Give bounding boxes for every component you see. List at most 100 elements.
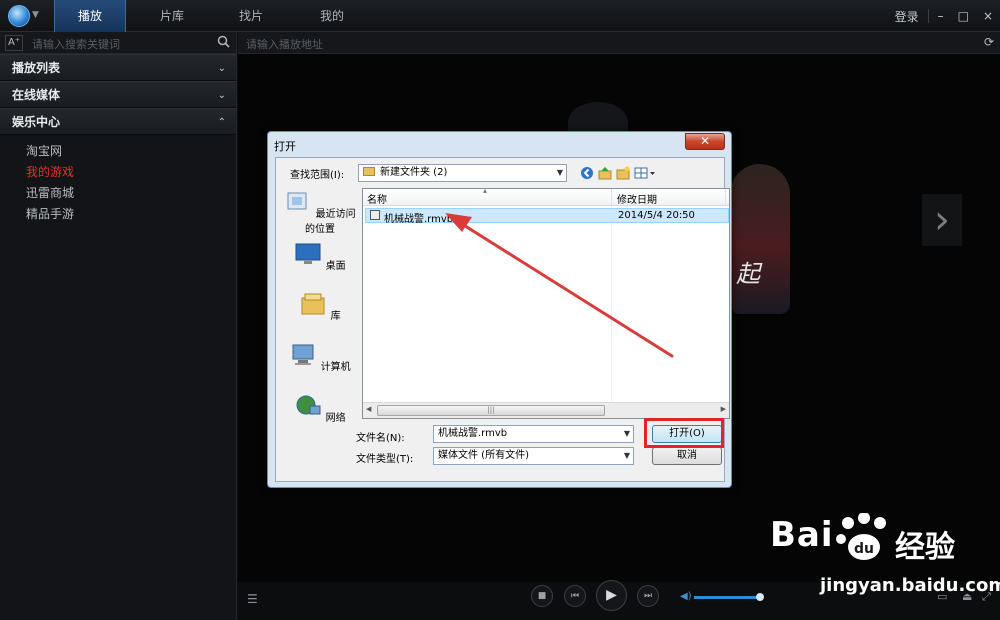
font-size-button[interactable]: A⁺: [5, 35, 23, 51]
section-label: 娱乐中心: [12, 115, 61, 129]
baidu-paw-icon: du: [836, 513, 886, 560]
filetype-value: 媒体文件 (所有文件): [438, 450, 529, 461]
refresh-icon[interactable]: ⟳: [984, 35, 994, 49]
section-online-media[interactable]: 在线媒体 ⌄: [0, 81, 236, 108]
next-button[interactable]: ⏭: [637, 585, 659, 607]
place-computer[interactable]: 计算机: [280, 343, 360, 373]
file-row[interactable]: 机械战警.rmvb 2014/5/4 20:50: [365, 208, 729, 225]
chevron-up-icon: ⌃: [217, 117, 226, 128]
previous-button[interactable]: ⏮: [564, 585, 586, 607]
up-folder-icon[interactable]: [598, 166, 612, 180]
player-window: ▼ 播放 片库 找片 我的 登录 – □ × A⁺ 请输入搜索关键词 播放列表 …: [0, 0, 1000, 620]
scroll-left-icon[interactable]: ◀: [366, 405, 371, 413]
login-link[interactable]: 登录: [895, 8, 919, 25]
chevron-down-icon: ▼: [623, 451, 630, 460]
filename-label: 文件名(N):: [356, 433, 405, 444]
computer-icon: [292, 344, 314, 365]
lookin-dropdown[interactable]: 新建文件夹 (2) ▼: [358, 164, 567, 182]
recent-places-icon: [287, 192, 307, 210]
chevron-down-icon: ⌄: [217, 90, 226, 101]
column-name[interactable]: 名称: [367, 191, 387, 206]
desktop-icon: [295, 243, 321, 264]
poster-text: 起: [736, 260, 760, 288]
next-poster-arrow-icon[interactable]: ›: [922, 194, 962, 246]
network-icon: [296, 395, 321, 415]
search-icon[interactable]: [217, 35, 230, 48]
horizontal-scrollbar[interactable]: ◀ ||| ▶: [363, 402, 729, 418]
tab-mine[interactable]: 我的: [296, 0, 368, 32]
column-divider[interactable]: [725, 189, 726, 206]
volume-slider[interactable]: [694, 596, 760, 599]
section-label: 播放列表: [12, 61, 61, 75]
sidebar-item-taobao[interactable]: 淘宝网: [0, 141, 236, 162]
tab-play[interactable]: 播放: [54, 0, 126, 32]
column-modified[interactable]: 修改日期: [617, 191, 657, 206]
watermark-suffix: 经验: [895, 530, 955, 565]
library-icon: [301, 293, 325, 315]
lookin-value: 新建文件夹 (2): [380, 167, 448, 178]
filetype-label: 文件类型(T):: [356, 454, 414, 465]
sidebar: A⁺ 请输入搜索关键词 播放列表 ⌄ 在线媒体 ⌄ 娱乐中心 ⌃ 淘宝网 我的游…: [0, 32, 237, 620]
minimize-button[interactable]: –: [938, 9, 944, 23]
svg-text:du: du: [854, 541, 874, 557]
play-button[interactable]: ▶: [596, 580, 627, 611]
section-entertainment[interactable]: 娱乐中心 ⌃: [0, 108, 236, 135]
speaker-icon[interactable]: ◀): [680, 591, 692, 602]
place-label: 计算机: [320, 362, 351, 373]
menu-caret-icon[interactable]: ▼: [32, 10, 39, 20]
address-input[interactable]: 请输入播放地址: [246, 36, 323, 52]
close-button[interactable]: ×: [983, 9, 993, 23]
file-list-header: 名称 ▴ 修改日期: [363, 188, 729, 206]
app-logo-icon[interactable]: [8, 5, 30, 27]
tab-library[interactable]: 片库: [136, 0, 208, 32]
maximize-button[interactable]: □: [958, 9, 969, 23]
list-icon[interactable]: ☰: [247, 592, 258, 606]
scroll-right-icon[interactable]: ▶: [721, 405, 726, 413]
stop-button[interactable]: ■: [531, 585, 553, 607]
tab-find[interactable]: 找片: [215, 0, 287, 32]
place-desktop[interactable]: 桌面: [280, 242, 360, 272]
place-library[interactable]: 库: [280, 292, 360, 322]
place-recent[interactable]: 最近访问的位置: [280, 190, 360, 235]
watermark-brand: Bai: [770, 515, 834, 555]
sidebar-item-xunlei-mall[interactable]: 迅雷商城: [0, 183, 236, 204]
folder-icon: [363, 167, 375, 176]
search-row: A⁺ 请输入搜索关键词: [0, 32, 236, 54]
column-divider[interactable]: [611, 189, 612, 206]
sidebar-item-mobile-games[interactable]: 精品手游: [0, 204, 236, 225]
sidebar-item-my-games[interactable]: 我的游戏: [0, 162, 236, 183]
cancel-button[interactable]: 取消: [652, 447, 722, 465]
chevron-down-icon: ▼: [556, 168, 563, 177]
poster-figure: [730, 164, 790, 314]
sort-arrow-icon: ▴: [483, 188, 488, 195]
divider: [927, 9, 929, 23]
dialog-close-button[interactable]: ✕: [685, 133, 725, 150]
file-modified: 2014/5/4 20:50: [618, 210, 695, 221]
video-file-icon: [370, 210, 380, 220]
filename-input[interactable]: 机械战警.rmvb ▼: [433, 425, 634, 443]
place-label: 最近访问的位置: [305, 209, 356, 235]
volume-knob[interactable]: [756, 593, 764, 601]
file-list[interactable]: 名称 ▴ 修改日期 机械战警.rmvb 2014/5/4 20:50 ◀ |||…: [362, 188, 730, 419]
places-bar: 最近访问的位置 桌面 库 计算机 网络: [280, 186, 360, 426]
place-network[interactable]: 网络: [280, 394, 360, 424]
chevron-down-icon: ▼: [623, 429, 630, 438]
filetype-dropdown[interactable]: 媒体文件 (所有文件) ▼: [433, 447, 634, 465]
new-folder-icon[interactable]: [616, 166, 630, 180]
dialog-title: 打开: [274, 140, 296, 153]
baidu-watermark: Bai: [770, 515, 834, 555]
file-name: 机械战警.rmvb: [384, 214, 454, 225]
scroll-thumb[interactable]: |||: [377, 405, 605, 416]
section-playlist[interactable]: 播放列表 ⌄: [0, 54, 236, 81]
view-menu-icon[interactable]: [634, 166, 656, 180]
highlight-box: [644, 418, 724, 448]
top-bar: ▼ 播放 片库 找片 我的 登录 – □ ×: [0, 0, 1000, 32]
lookin-label: 查找范围(I):: [290, 170, 345, 181]
place-label: 网络: [325, 413, 346, 424]
place-label: 桌面: [325, 261, 346, 272]
chevron-down-icon: ⌄: [217, 63, 226, 74]
column-guide: [611, 206, 612, 402]
search-input[interactable]: 请输入搜索关键词: [32, 36, 120, 52]
back-icon[interactable]: [580, 166, 594, 180]
place-label: 库: [330, 311, 341, 322]
